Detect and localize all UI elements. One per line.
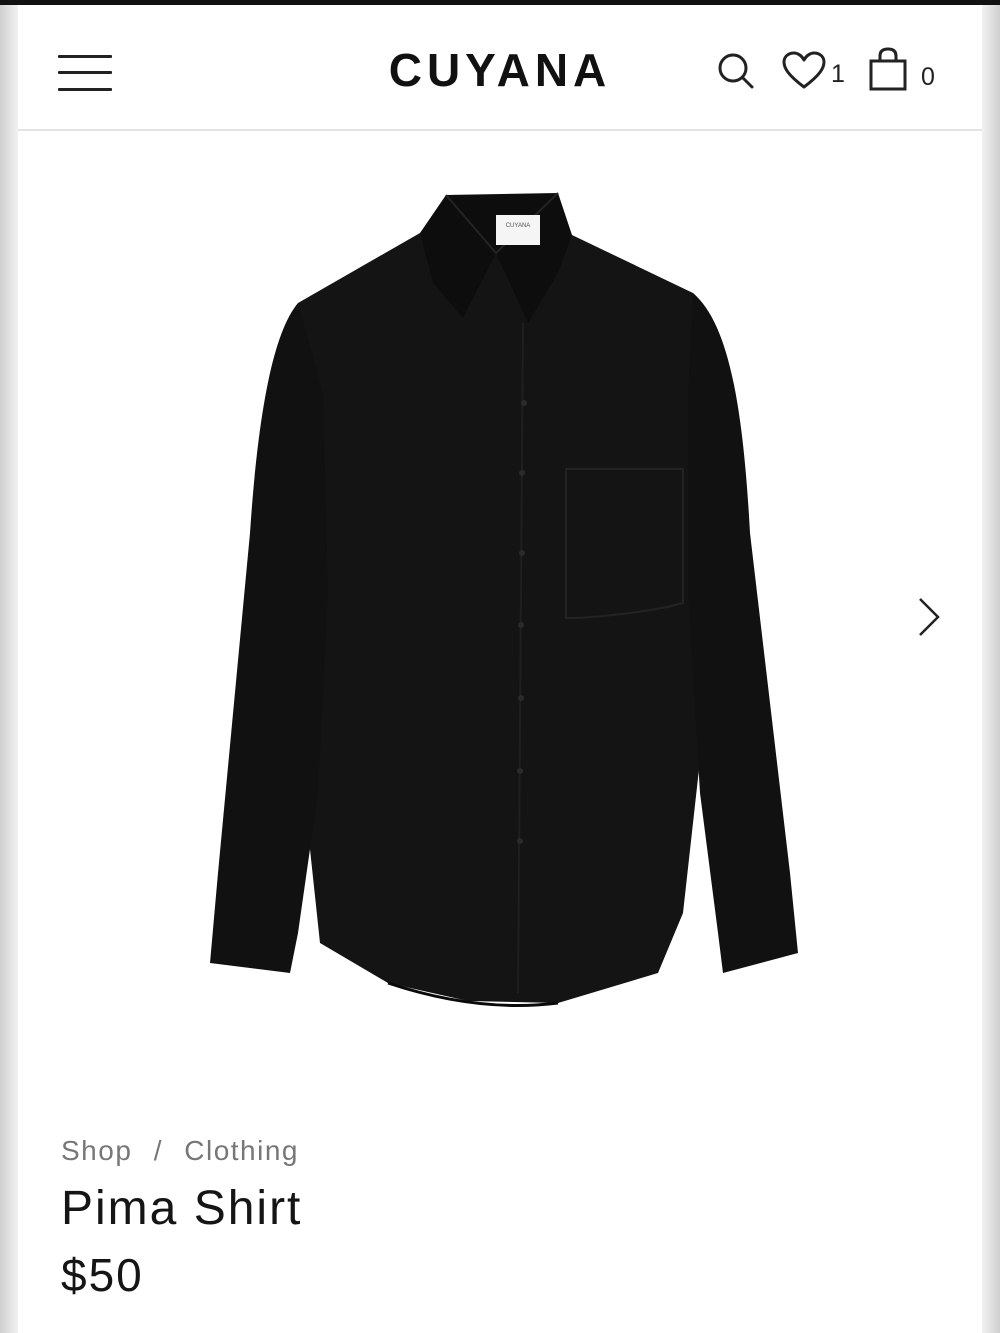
site-header: CUYANA 1 0 xyxy=(18,5,982,131)
breadcrumb: Shop / Clothing xyxy=(61,1131,941,1171)
wishlist-button[interactable] xyxy=(782,51,826,96)
cart-button[interactable] xyxy=(868,47,908,96)
product-image: CUYANA xyxy=(178,173,828,1038)
brand-logo[interactable]: CUYANA xyxy=(370,45,630,95)
product-page: CUYANA 1 0 CUYANA Shop / Clothing Pima S… xyxy=(18,5,982,1333)
svg-text:CUYANA: CUYANA xyxy=(506,223,531,229)
search-icon[interactable] xyxy=(716,51,756,96)
shopping-bag-icon xyxy=(869,47,907,91)
breadcrumb-separator: / xyxy=(153,1135,163,1166)
product-title: Pima Shirt xyxy=(61,1182,303,1235)
chevron-right-icon[interactable] xyxy=(914,595,944,639)
product-gallery: CUYANA xyxy=(18,133,982,1053)
product-price: $50 xyxy=(61,1249,144,1301)
cart-count: 0 xyxy=(921,63,935,91)
breadcrumb-clothing[interactable]: Clothing xyxy=(184,1135,299,1166)
wishlist-count: 1 xyxy=(831,60,845,88)
product-info: Shop / Clothing Pima Shirt $50 xyxy=(61,1131,941,1305)
menu-icon[interactable] xyxy=(58,55,112,91)
heart-icon xyxy=(782,51,826,89)
breadcrumb-shop[interactable]: Shop xyxy=(61,1135,132,1166)
